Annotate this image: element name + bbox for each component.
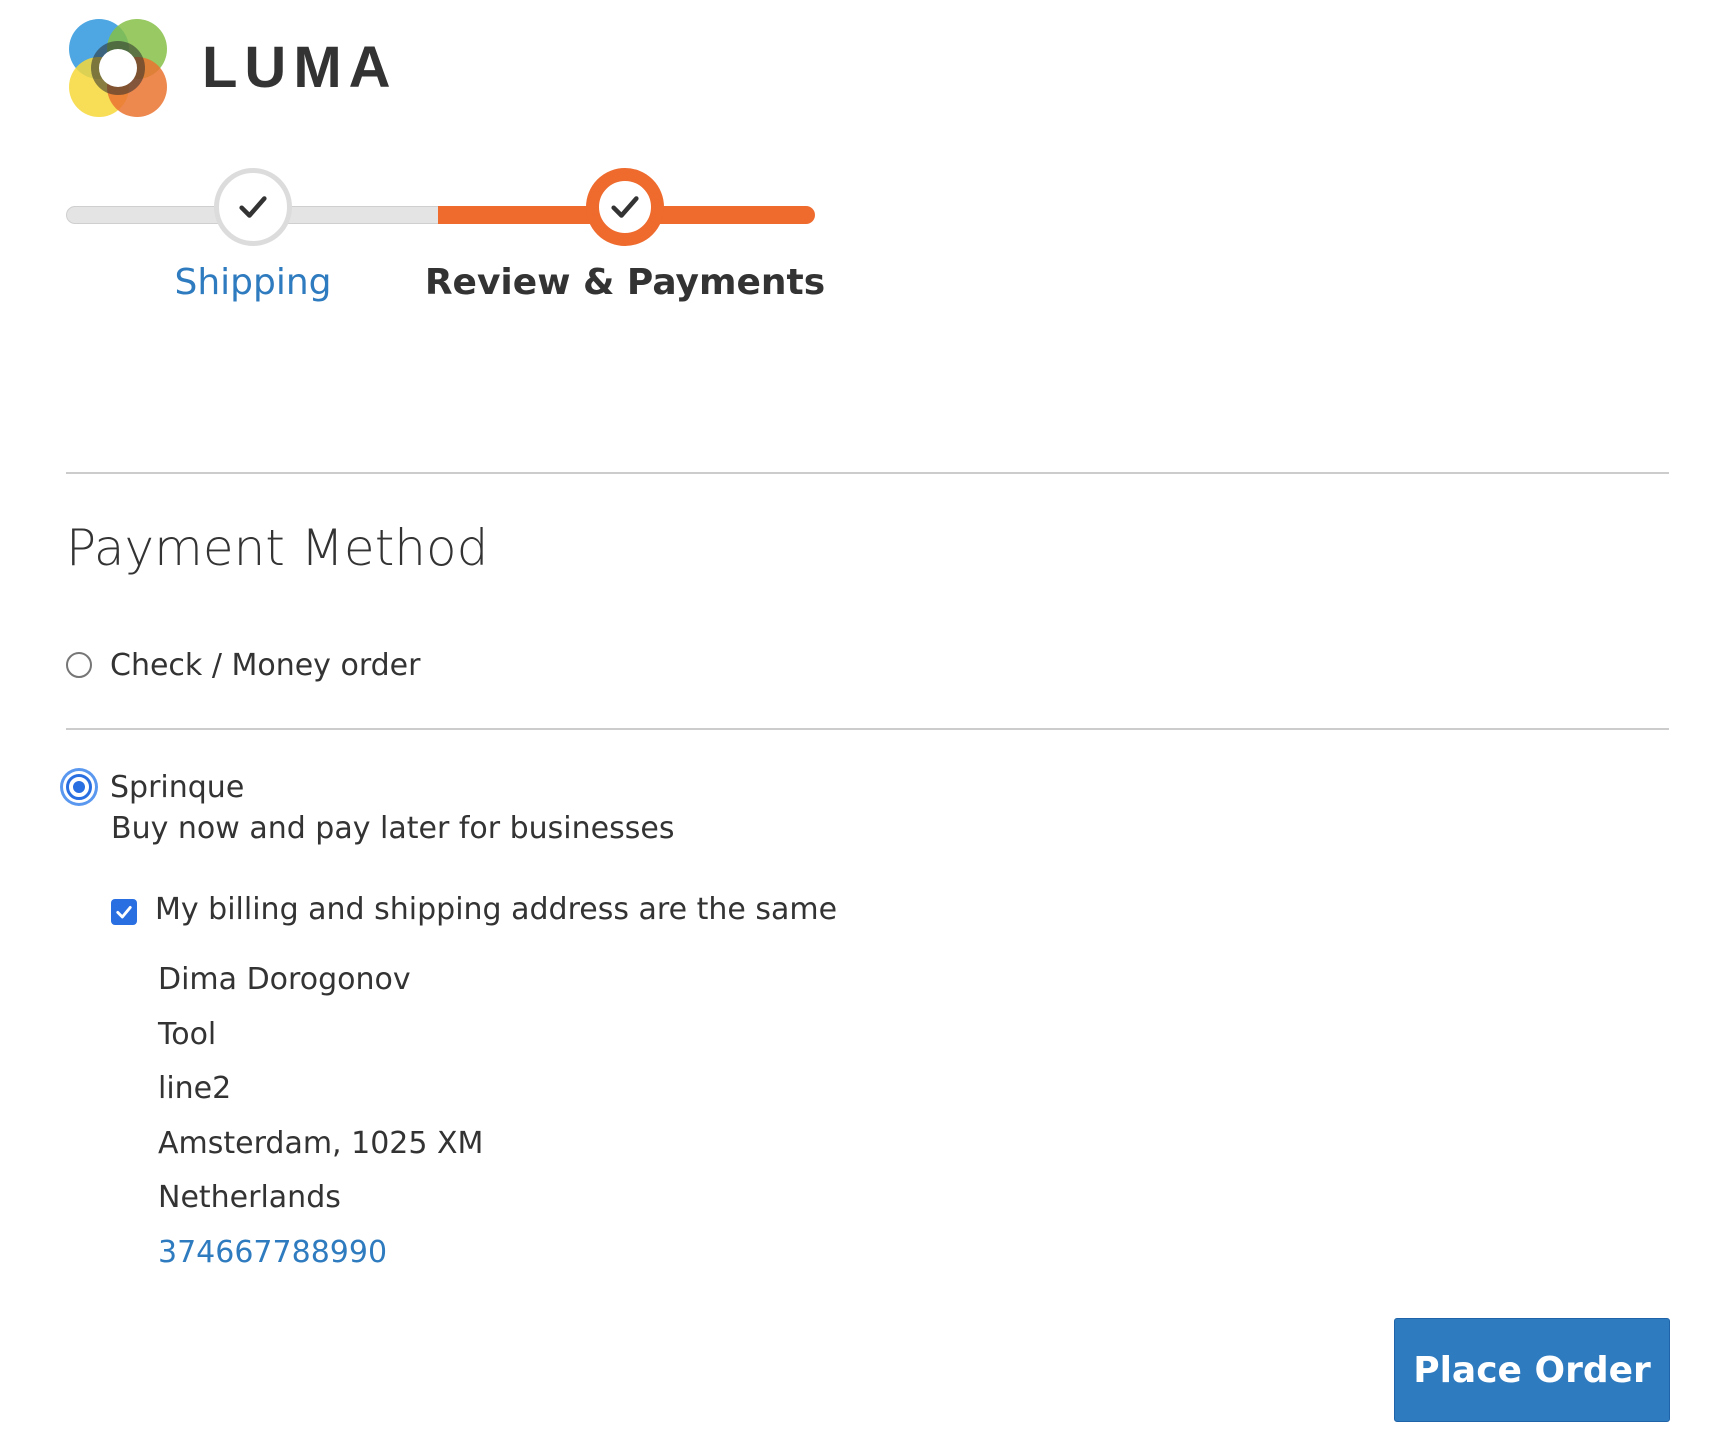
- billing-same-checkbox[interactable]: [111, 899, 137, 925]
- address-city-postcode: Amsterdam, 1025 XM: [158, 1125, 484, 1161]
- checkmark-icon: [611, 196, 639, 218]
- step-shipping-link[interactable]: Shipping: [174, 262, 331, 303]
- payment-method-description: Buy now and pay later for businesses: [111, 811, 675, 846]
- section-divider: [66, 472, 1669, 474]
- logo-wordmark: LUMA: [202, 35, 398, 100]
- checkout-progress-bar: Shipping Review & Payments: [66, 166, 825, 316]
- place-order-button[interactable]: Place Order: [1394, 1318, 1670, 1422]
- billing-same-label[interactable]: My billing and shipping address are the …: [155, 892, 837, 927]
- luma-logo-icon: [69, 19, 167, 117]
- payment-method-label-check-money-order[interactable]: Check / Money order: [110, 648, 420, 683]
- checkmark-icon: [239, 196, 267, 218]
- check-icon: [116, 906, 132, 919]
- payment-method-title: Payment Method: [66, 519, 489, 577]
- payment-radio-sprinque[interactable]: [66, 774, 92, 800]
- billing-address: Dima Dorogonov Tool line2 Amsterdam, 102…: [158, 960, 483, 1273]
- step-shipping-marker[interactable]: [214, 168, 292, 246]
- payment-method-label-sprinque[interactable]: Sprinque: [110, 770, 244, 805]
- address-street: line2: [158, 1071, 232, 1106]
- step-review-payments-marker: [586, 168, 664, 246]
- address-phone-link[interactable]: 374667788990: [158, 1233, 483, 1273]
- step-review-payments-label: Review & Payments: [424, 262, 826, 303]
- address-country: Netherlands: [158, 1180, 341, 1215]
- payment-method-divider: [66, 728, 1669, 730]
- address-company: Tool: [158, 1016, 217, 1052]
- payment-radio-check-money-order[interactable]: [66, 652, 92, 678]
- address-name: Dima Dorogonov: [158, 962, 411, 997]
- luma-logo[interactable]: LUMA: [66, 16, 398, 120]
